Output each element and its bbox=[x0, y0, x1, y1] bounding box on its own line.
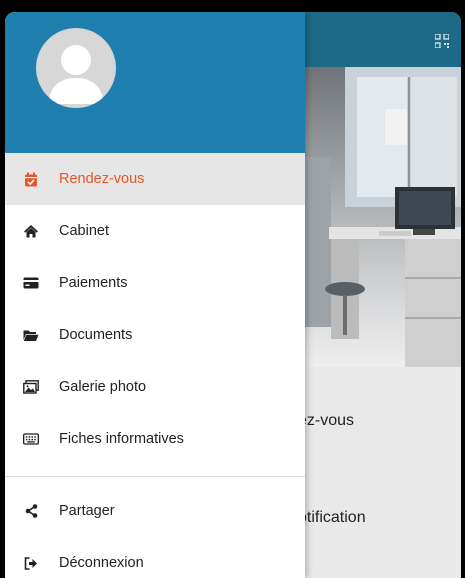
menu-item-label: Galerie photo bbox=[59, 379, 147, 395]
drawer-header bbox=[5, 12, 305, 153]
home-icon bbox=[23, 223, 39, 239]
menu-item-galerie-photo[interactable]: Galerie photo bbox=[5, 361, 305, 413]
menu-item-paiements[interactable]: Paiements bbox=[5, 257, 305, 309]
sign-out-icon bbox=[23, 555, 39, 571]
credit-card-icon bbox=[23, 275, 39, 291]
menu-item-cabinet[interactable]: Cabinet bbox=[5, 205, 305, 257]
menu-item-deconnexion[interactable]: Déconnexion bbox=[5, 537, 305, 578]
menu-item-label: Cabinet bbox=[59, 223, 109, 239]
images-icon bbox=[23, 379, 39, 395]
menu-item-label: Fiches informatives bbox=[59, 431, 184, 447]
folder-open-icon bbox=[23, 327, 39, 343]
qr-code-icon[interactable] bbox=[435, 34, 449, 48]
menu-item-documents[interactable]: Documents bbox=[5, 309, 305, 361]
menu-item-partager[interactable]: Partager bbox=[5, 485, 305, 537]
clinic-photo bbox=[305, 67, 461, 367]
appointments-link-text[interactable]: ez-vous bbox=[298, 412, 354, 430]
menu-item-label: Partager bbox=[59, 503, 115, 519]
user-silhouette-icon bbox=[48, 45, 104, 104]
avatar[interactable] bbox=[36, 28, 116, 108]
keyboard-icon bbox=[23, 431, 39, 447]
drawer-menu: Rendez-vous Cabinet Paiements Documents … bbox=[5, 153, 305, 578]
menu-item-label: Paiements bbox=[59, 275, 128, 291]
calendar-check-icon bbox=[23, 171, 39, 187]
navigation-drawer: Rendez-vous Cabinet Paiements Documents … bbox=[5, 12, 305, 578]
app-frame: ez-vous otification Rendez-vous Cabinet … bbox=[5, 12, 461, 578]
menu-item-label: Rendez-vous bbox=[59, 171, 145, 187]
menu-item-rendez-vous[interactable]: Rendez-vous bbox=[5, 153, 305, 205]
menu-item-label: Déconnexion bbox=[59, 555, 144, 571]
menu-item-fiches-informatives[interactable]: Fiches informatives bbox=[5, 413, 305, 465]
menu-divider bbox=[5, 476, 305, 477]
menu-item-label: Documents bbox=[59, 327, 133, 343]
notification-link-text[interactable]: otification bbox=[298, 509, 366, 527]
content-area bbox=[305, 367, 461, 578]
share-icon bbox=[23, 503, 39, 519]
